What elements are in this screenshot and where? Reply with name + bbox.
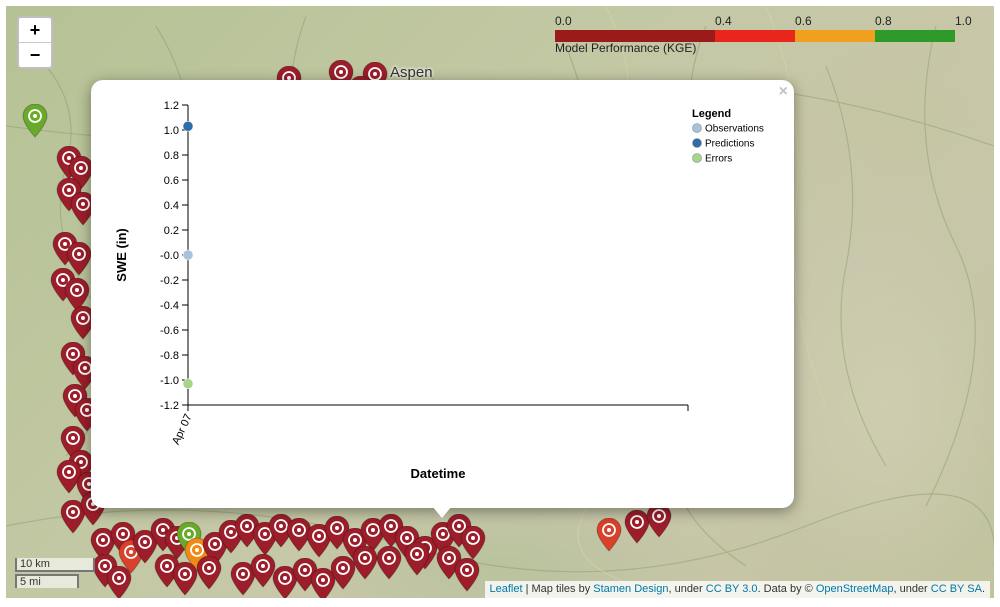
station-popup: × 1.2 1.0 0.8 0.6 0.4 0.2 -0.0 -0.2 -0.4 -0.6 -0.8…	[91, 80, 794, 508]
swe-chart: 1.2 1.0 0.8 0.6 0.4 0.2 -0.0 -0.2 -0.4 -0.6 -0.8 -1…	[114, 100, 764, 481]
legend-swatch	[692, 153, 702, 163]
y-tick-label: 0.6	[164, 175, 179, 187]
legend-swatch	[692, 123, 702, 133]
zoom-control: + −	[17, 16, 53, 69]
station-marker[interactable]	[646, 504, 672, 538]
station-marker[interactable]	[22, 104, 48, 138]
colorbar-tick: 0.0	[555, 14, 572, 28]
colorbar-legend: 0.0 0.4 0.6 0.8 1.0 Model Performance (KGE)	[555, 14, 972, 55]
station-marker[interactable]	[596, 518, 622, 552]
legend-title: Legend	[692, 108, 731, 120]
station-marker[interactable]	[376, 546, 402, 580]
y-tick-label: 0.8	[164, 150, 179, 162]
stamen-link[interactable]: Stamen Design	[593, 583, 668, 595]
data-point-errors	[182, 378, 194, 389]
y-tick-label: -1.2	[160, 400, 179, 412]
colorbar-tick: 0.8	[875, 14, 892, 28]
y-tick-label: -0.4	[160, 300, 179, 312]
station-marker[interactable]	[106, 566, 132, 598]
zoom-in-button[interactable]: +	[19, 18, 51, 43]
legend-label: Errors	[705, 154, 732, 165]
station-marker[interactable]	[172, 562, 198, 596]
zoom-out-button[interactable]: −	[19, 43, 51, 67]
attrib-text-5: .	[981, 583, 985, 595]
data-point-predictions	[182, 121, 194, 132]
colorbar-title: Model Performance (KGE)	[555, 41, 697, 55]
map-attribution: Leaflet | Map tiles by Stamen Design, un…	[484, 581, 990, 598]
station-marker[interactable]	[196, 556, 222, 590]
legend-label: Observations	[705, 124, 764, 135]
legend-swatch	[692, 138, 702, 148]
colorbar-tick: 0.4	[715, 14, 732, 28]
data-point-observations	[182, 249, 194, 261]
attrib-text-4: , under	[893, 583, 931, 595]
y-tick-label: -0.6	[160, 325, 179, 337]
scale-km: 10 km	[15, 558, 95, 572]
station-marker[interactable]	[352, 546, 378, 580]
station-marker[interactable]	[460, 526, 486, 560]
y-tick-label: -0.0	[160, 250, 179, 262]
colorbar-segment	[795, 30, 875, 42]
colorbar-segment	[875, 30, 955, 42]
x-axis-title: Datetime	[411, 466, 466, 481]
attrib-text-2: , under	[668, 583, 706, 595]
cc-by-link[interactable]: CC BY 3.0	[706, 583, 758, 595]
y-tick-label: -0.2	[160, 275, 179, 287]
leaflet-link[interactable]: Leaflet	[490, 583, 523, 595]
colorbar-tick: 0.6	[795, 14, 812, 28]
popup-tip	[432, 506, 452, 518]
osm-link[interactable]: OpenStreetMap	[816, 583, 894, 595]
attrib-text-1: | Map tiles by	[522, 583, 594, 595]
scale-bar: 10 km 5 mi	[15, 558, 95, 588]
x-tick-label: Apr 07	[170, 412, 195, 446]
scale-mi: 5 mi	[15, 574, 79, 588]
cc-by-sa-link[interactable]: CC BY SA	[931, 583, 982, 595]
colorbar-tick: 1.0	[955, 14, 972, 28]
station-marker[interactable]	[454, 558, 480, 592]
y-tick-label: 0.4	[164, 200, 179, 212]
y-tick-label: -1.0	[160, 375, 179, 387]
y-tick-label: 0.2	[164, 225, 179, 237]
colorbar-ticks: 0.0 0.4 0.6 0.8 1.0	[555, 14, 972, 28]
y-tick-label: 1.0	[164, 125, 179, 137]
town-label-aspen: Aspen	[390, 64, 433, 81]
y-axis-title: SWE (in)	[114, 228, 129, 281]
y-tick-label: 1.2	[164, 100, 179, 112]
attrib-text-3: . Data by ©	[757, 583, 816, 595]
station-marker[interactable]	[404, 542, 430, 576]
y-tick-label: -0.8	[160, 350, 179, 362]
colorbar-segment	[715, 30, 795, 42]
legend-label: Predictions	[705, 139, 754, 150]
